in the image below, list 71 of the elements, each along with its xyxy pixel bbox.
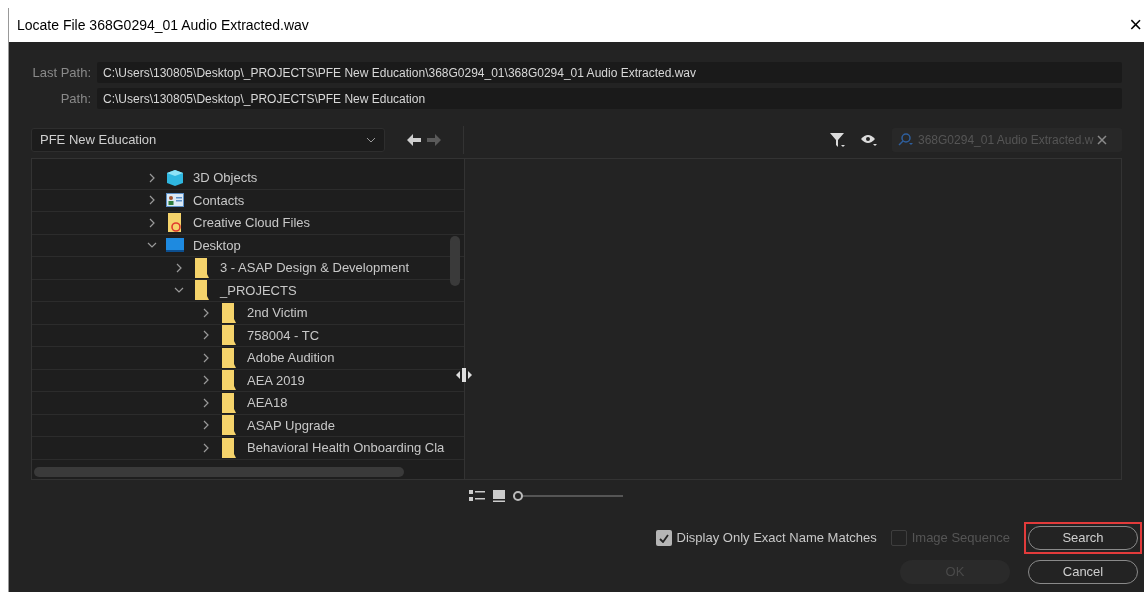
window-title: Locate File 368G0294_01 Audio Extracted.wav bbox=[17, 15, 309, 35]
resize-cursor-icon bbox=[455, 366, 473, 384]
folder-tree-row[interactable]: AEA 2019 bbox=[32, 369, 464, 392]
chevron-right-icon[interactable] bbox=[201, 375, 211, 386]
scrollbar bbox=[450, 236, 460, 286]
folder-name: Desktop bbox=[193, 236, 241, 255]
folder-tree-row[interactable]: Behavioral Health Onboarding Cla bbox=[32, 437, 464, 460]
folder-icon bbox=[221, 370, 237, 391]
close-icon[interactable] bbox=[1097, 135, 1108, 145]
chevron-right-icon[interactable] bbox=[201, 442, 211, 453]
desktop-icon bbox=[166, 238, 184, 253]
path-label: Path: bbox=[59, 89, 91, 108]
folder-icon bbox=[194, 257, 210, 278]
path-field[interactable]: C:\Users\130805\Desktop\_PROJECTS\PFE New Education bbox=[97, 88, 1122, 109]
location-dropdown[interactable]: PFE New Education bbox=[31, 128, 385, 152]
caret-down-icon bbox=[366, 137, 376, 143]
folder-tree-row[interactable]: Contacts bbox=[32, 189, 464, 212]
folder-tree-row[interactable]: Creative Cloud Files bbox=[32, 212, 464, 235]
folder-icon bbox=[221, 392, 237, 413]
chevron-right-icon[interactable] bbox=[201, 352, 211, 363]
checkbox-label: Display Only Exact Name Matches bbox=[676, 529, 877, 548]
path-field[interactable]: C:\Users\130805\Desktop\_PROJECTS\PFE New Education\368G0294_01\368G0294_01 Audio Extracted.wav bbox=[97, 62, 1122, 83]
folder-name: 3 - ASAP Design & Development bbox=[220, 259, 410, 277]
chevron-right-icon[interactable] bbox=[201, 330, 211, 341]
chevron-right-icon[interactable] bbox=[147, 195, 157, 206]
path-label: Last Path: bbox=[31, 63, 91, 82]
search-icon bbox=[898, 133, 914, 147]
folder-name: Adobe Audition bbox=[247, 349, 335, 367]
folder-name: AEA18 bbox=[247, 394, 288, 412]
folder-icon bbox=[221, 302, 237, 323]
folder-name: 758004 - TC bbox=[247, 326, 320, 345]
chevron-right-icon[interactable] bbox=[201, 397, 211, 408]
chevron-right-icon[interactable] bbox=[201, 307, 211, 318]
zoom-slider[interactable] bbox=[513, 490, 623, 502]
filter-icon[interactable] bbox=[830, 132, 846, 148]
folder-tree-row[interactable]: Adobe Audition bbox=[32, 347, 464, 370]
folder-icon bbox=[221, 325, 237, 346]
chevron-right-icon[interactable] bbox=[147, 217, 157, 228]
folder-tree-row[interactable]: 2nd Victim bbox=[32, 302, 464, 325]
folder-name: _PROJECTS bbox=[220, 281, 297, 300]
folder-name: ASAP Upgrade bbox=[247, 416, 335, 435]
folder-name: AEA 2019 bbox=[247, 371, 305, 390]
chevron-right-icon[interactable] bbox=[201, 420, 211, 431]
thumbnail-view-icon[interactable] bbox=[493, 490, 505, 502]
dialog-button[interactable]: Search bbox=[1028, 526, 1138, 550]
folder-tree-row[interactable]: 3D Objects bbox=[32, 167, 464, 190]
list-view-icon[interactable] bbox=[469, 490, 485, 502]
folder-icon bbox=[221, 437, 237, 458]
cube-icon bbox=[166, 168, 184, 187]
chevron-right-icon[interactable] bbox=[174, 262, 184, 273]
folder-with-cloud-icon bbox=[167, 212, 183, 233]
folder-icon bbox=[221, 347, 237, 368]
checkmark-icon bbox=[658, 533, 669, 543]
dialog-button[interactable]: Cancel bbox=[1028, 560, 1138, 584]
folder-name: 3D Objects bbox=[193, 169, 258, 187]
folder-tree-row[interactable]: 758004 - TC bbox=[32, 324, 464, 347]
contact-card-icon bbox=[166, 193, 184, 208]
folder-tree-row[interactable]: ASAP Upgrade bbox=[32, 414, 464, 437]
back-arrow-icon[interactable] bbox=[407, 134, 421, 146]
folder-name: Contacts bbox=[193, 191, 245, 210]
chevron-right-icon[interactable] bbox=[147, 172, 157, 183]
folder-icon bbox=[221, 415, 237, 436]
close-button[interactable]: × bbox=[1129, 14, 1142, 36]
folder-tree-row[interactable]: AEA18 bbox=[32, 392, 464, 415]
checkbox[interactable] bbox=[655, 530, 672, 546]
folder-name: 2nd Victim bbox=[247, 304, 308, 322]
eye-icon[interactable] bbox=[860, 133, 878, 147]
slider-thumb[interactable] bbox=[513, 491, 523, 501]
folder-name: Creative Cloud Files bbox=[193, 214, 311, 232]
folder-name: Behavioral Health Onboarding Cla bbox=[247, 439, 445, 457]
folder-icon bbox=[194, 280, 210, 301]
